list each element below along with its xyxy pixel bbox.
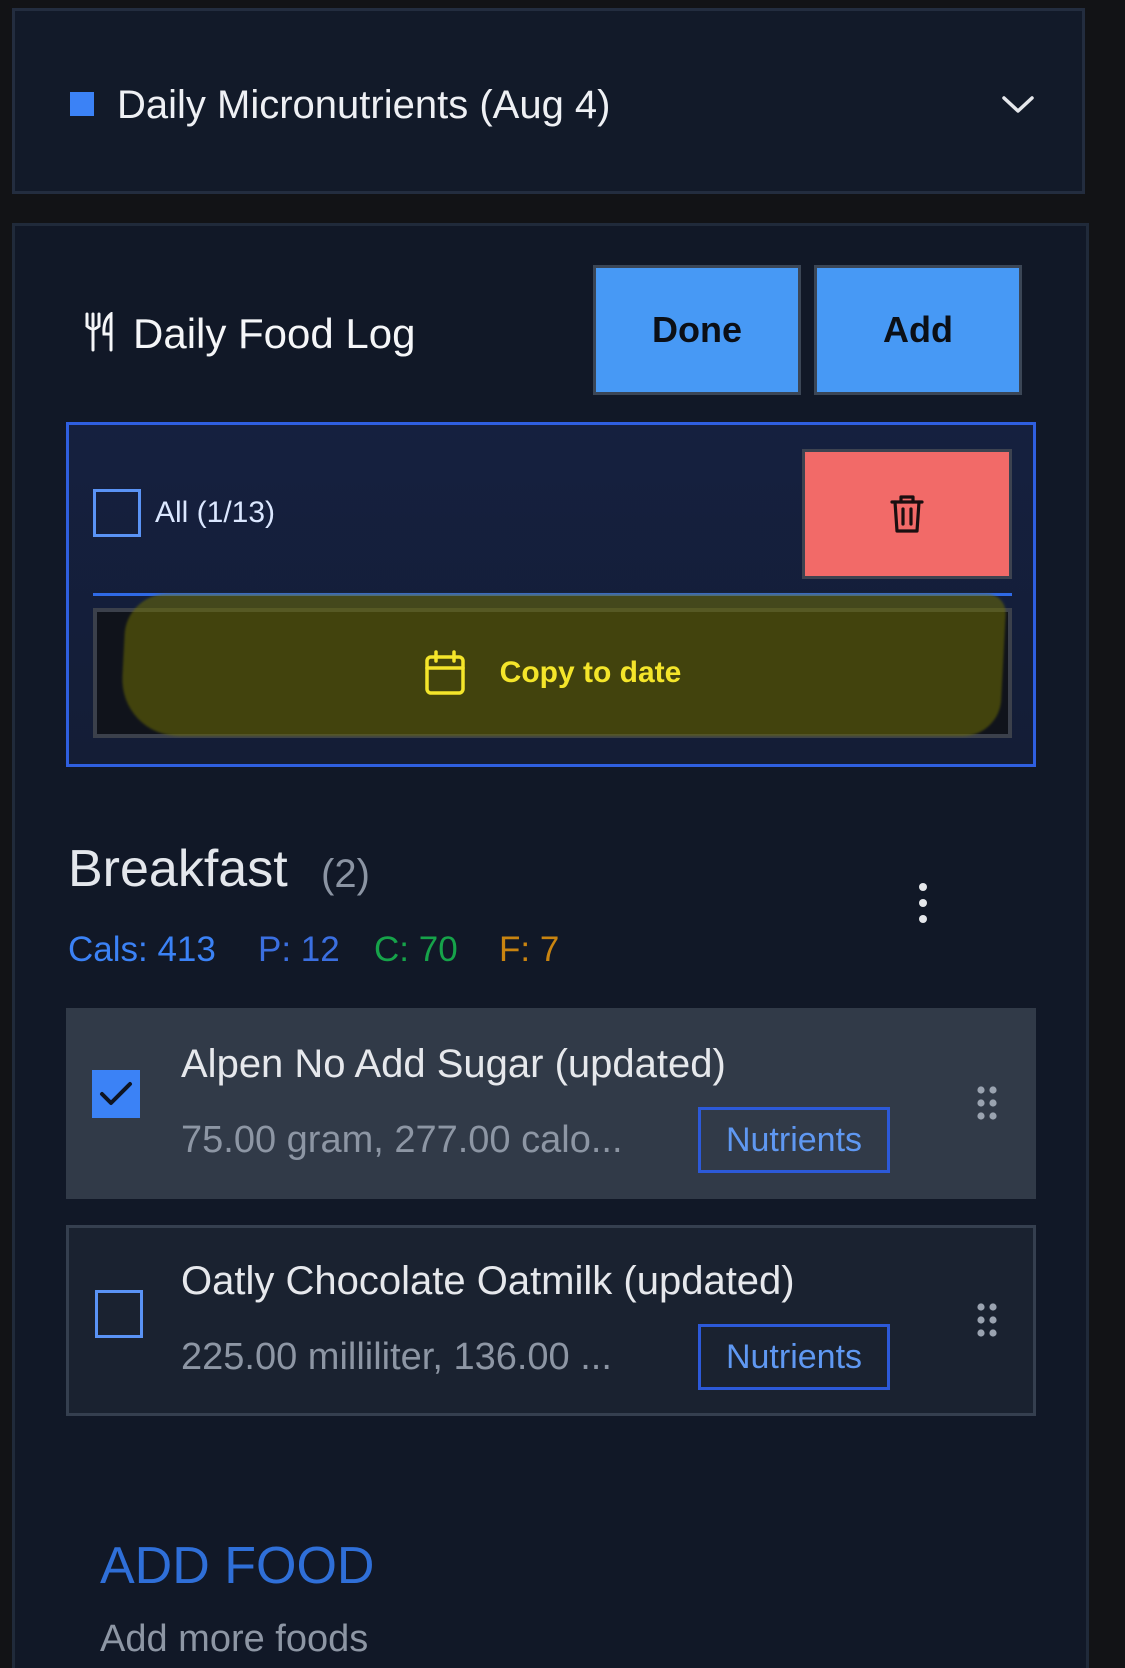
micronutrients-title: Daily Micronutrients (Aug 4) (117, 83, 611, 127)
nutrients-button[interactable]: Nutrients (698, 1107, 890, 1173)
drag-handle-icon[interactable] (976, 1302, 998, 1338)
macro-protein: P: 12 (258, 930, 340, 969)
micronutrients-bullet (70, 92, 94, 116)
food-item[interactable]: Oatly Chocolate Oatmilk (updated) 225.00… (66, 1225, 1036, 1416)
food-item-name: Alpen No Add Sugar (updated) (181, 1042, 726, 1086)
meal-title: Breakfast (68, 840, 288, 898)
add-button[interactable]: Add (814, 265, 1022, 395)
selection-panel: All (1/13) Copy to date (66, 422, 1036, 767)
food-item-detail: 75.00 gram, 277.00 calo... (181, 1119, 623, 1161)
trash-icon (890, 495, 924, 533)
chevron-down-icon[interactable] (998, 93, 1038, 117)
more-vertical-icon[interactable] (915, 882, 931, 924)
select-all-label: All (1/13) (155, 496, 276, 529)
copy-to-date-button[interactable]: Copy to date (93, 594, 1012, 738)
food-item-name: Oatly Chocolate Oatmilk (updated) (181, 1259, 795, 1303)
select-all-checkbox[interactable] (93, 489, 141, 537)
add-food-subtitle: Add more foods (100, 1618, 369, 1660)
add-food-link[interactable]: ADD FOOD (100, 1536, 374, 1596)
utensils-icon (85, 312, 113, 352)
macro-carbs: C: 70 (374, 930, 458, 969)
food-item-detail: 225.00 milliliter, 136.00 ... (181, 1336, 612, 1378)
nutrients-button[interactable]: Nutrients (698, 1324, 890, 1390)
done-button[interactable]: Done (593, 265, 801, 395)
checkmark-icon (100, 1082, 132, 1105)
copy-to-date-label: Copy to date (499, 656, 682, 689)
drag-handle-icon[interactable] (976, 1085, 998, 1121)
macro-fat: F: 7 (499, 930, 560, 969)
calendar-icon (424, 650, 465, 695)
page: Daily Micronutrients (Aug 4) Daily Food … (0, 0, 1125, 1668)
food-item[interactable]: Alpen No Add Sugar (updated) 75.00 gram,… (66, 1008, 1036, 1199)
micronutrients-card[interactable]: Daily Micronutrients (Aug 4) (12, 8, 1085, 194)
macro-calories: Cals: 413 (68, 930, 216, 969)
meal-count: (2) (321, 852, 370, 896)
food-item-checkbox[interactable] (95, 1290, 143, 1338)
food-item-checkbox[interactable] (92, 1070, 140, 1118)
delete-selected-button[interactable] (802, 449, 1012, 579)
food-log-title: Daily Food Log (133, 310, 416, 357)
food-log-card: Daily Food Log Done Add All (1/13) Copy … (12, 223, 1089, 1668)
